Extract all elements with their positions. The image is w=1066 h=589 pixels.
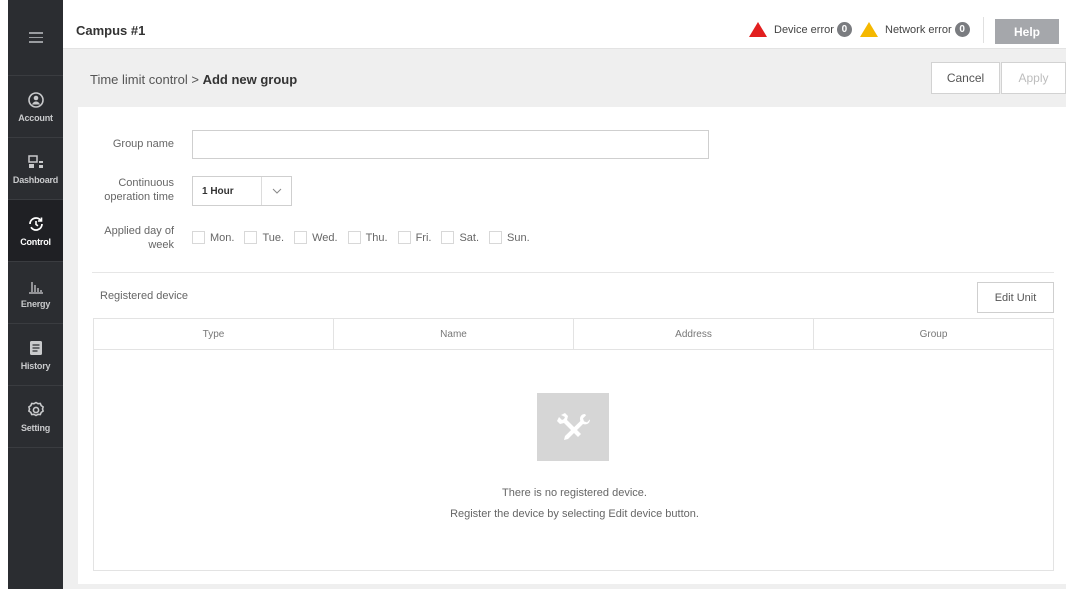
checkbox[interactable] <box>244 231 258 244</box>
top-header: Campus #1 Device error 0 Network error 0… <box>63 0 1066 49</box>
checkbox[interactable] <box>347 231 361 244</box>
day-label: Sat. <box>459 231 480 244</box>
gear-icon <box>27 401 45 419</box>
op-time-label-line1: Continuous <box>118 177 174 189</box>
cancel-button[interactable]: Cancel <box>931 62 1000 94</box>
checkbox[interactable] <box>489 231 503 244</box>
sidebar-item-dashboard[interactable]: Dashboard <box>8 138 63 200</box>
day-label: Mon. <box>210 231 235 244</box>
sidebar-item-history[interactable]: History <box>8 324 63 386</box>
network-warning-icon <box>860 22 878 37</box>
sidebar-item-energy[interactable]: Energy <box>8 262 63 324</box>
device-error-label: Device error <box>774 23 834 36</box>
registered-device-label: Registered device <box>100 290 189 302</box>
breadcrumb-current: Add new group <box>202 72 298 87</box>
day-checkbox-tue[interactable]: Tue. <box>244 231 284 244</box>
day-checkbox-wed[interactable]: Wed. <box>294 231 338 244</box>
day-label: Tue. <box>262 231 285 244</box>
energy-chart-icon <box>27 277 45 295</box>
day-checkbox-mon[interactable]: Mon. <box>192 231 234 244</box>
network-error-indicator[interactable]: Network error 0 <box>860 22 970 37</box>
sidebar-item-label: Account <box>18 112 53 123</box>
history-icon <box>27 339 45 357</box>
days-label: Applied day of week <box>88 224 174 252</box>
op-time-label-line2: operation time <box>104 191 174 203</box>
breadcrumb: Time limit control > Add new group <box>90 72 297 87</box>
network-error-label: Network error <box>885 23 952 36</box>
control-icon <box>27 215 45 233</box>
operation-time-select[interactable]: 1 Hour <box>192 176 292 206</box>
apply-button[interactable]: Apply <box>1001 62 1066 94</box>
checkbox[interactable] <box>192 231 205 244</box>
checkbox[interactable] <box>441 231 455 244</box>
site-title: Campus #1 <box>76 23 146 38</box>
device-error-count-badge: 0 <box>836 22 852 37</box>
empty-state-message: There is no registered device. <box>502 487 647 499</box>
chevron-down-icon <box>261 177 291 205</box>
tools-icon <box>537 393 609 461</box>
day-label: Fri. <box>415 231 432 244</box>
sidebar-item-label: Setting <box>20 422 51 433</box>
help-button[interactable]: Help <box>995 19 1059 44</box>
form-panel: Group name Continuous operation time 1 H… <box>78 107 1066 584</box>
day-checkbox-thu[interactable]: Thu. <box>347 231 388 244</box>
table-header: Type Name Address Group <box>94 319 1053 350</box>
hamburger-icon <box>28 29 43 46</box>
sidebar-item-label: Control <box>20 236 51 247</box>
day-label: Thu. <box>365 231 388 244</box>
sidebar-item-control[interactable]: Control <box>8 200 63 262</box>
section-divider <box>92 272 1054 273</box>
day-checkbox-sat[interactable]: Sat. <box>441 231 479 244</box>
day-of-week-checkboxes: Mon. Tue. Wed. Thu. Fri. Sat. Sun. <box>192 231 540 244</box>
column-header-type[interactable]: Type <box>94 319 334 349</box>
checkbox[interactable] <box>397 231 411 244</box>
column-header-address[interactable]: Address <box>574 319 814 349</box>
sidebar-item-label: Dashboard <box>12 174 59 185</box>
menu-toggle-button[interactable] <box>8 0 63 76</box>
main-content: Time limit control > Add new group Cance… <box>63 49 1066 589</box>
breadcrumb-parent[interactable]: Time limit control <box>90 72 188 87</box>
account-icon <box>27 91 45 109</box>
header-divider <box>983 17 984 43</box>
breadcrumb-separator: > <box>187 72 203 87</box>
group-name-input[interactable] <box>192 130 709 159</box>
operation-time-value: 1 Hour <box>202 185 234 197</box>
group-name-label: Group name <box>112 138 174 150</box>
column-header-group[interactable]: Group <box>814 319 1053 349</box>
column-header-name[interactable]: Name <box>334 319 574 349</box>
sidebar-item-setting[interactable]: Setting <box>8 386 63 448</box>
day-checkbox-sun[interactable]: Sun. <box>489 231 530 244</box>
registered-device-table: Type Name Address Group There is no regi… <box>93 318 1054 571</box>
device-error-icon <box>749 22 767 37</box>
empty-state-hint: Register the device by selecting Edit de… <box>450 508 699 520</box>
op-time-label: Continuous operation time <box>88 176 174 204</box>
dashboard-icon <box>27 153 45 171</box>
checkbox[interactable] <box>294 231 308 244</box>
left-edge <box>0 0 8 589</box>
day-checkbox-fri[interactable]: Fri. <box>397 231 432 244</box>
sidebar: Account Dashboard Control Energy History… <box>8 0 63 589</box>
day-label: Wed. <box>312 231 338 244</box>
network-error-count-badge: 0 <box>954 22 970 37</box>
days-label-line2: week <box>148 239 174 251</box>
sidebar-item-account[interactable]: Account <box>8 76 63 138</box>
days-label-line1: Applied day of <box>104 225 174 237</box>
sidebar-item-label: Energy <box>20 298 51 309</box>
device-error-indicator[interactable]: Device error 0 <box>749 22 852 37</box>
day-label: Sun. <box>507 231 530 244</box>
edit-unit-button[interactable]: Edit Unit <box>977 282 1054 313</box>
sidebar-item-label: History <box>20 360 51 371</box>
